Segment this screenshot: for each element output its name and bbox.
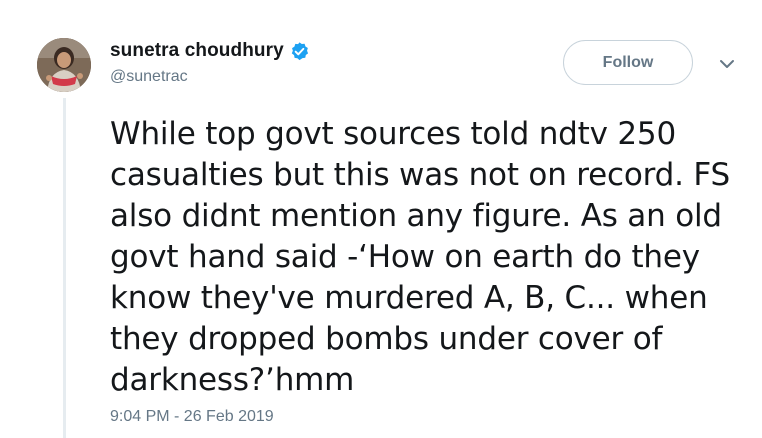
chevron-down-icon[interactable] [716, 56, 738, 72]
user-info: sunetra choudhury @sunetrac [110, 38, 310, 86]
tweet-timestamp[interactable]: 9:04 PM - 26 Feb 2019 [110, 408, 274, 426]
name-row: sunetra choudhury [110, 38, 310, 64]
thread-line [63, 98, 66, 438]
verified-badge-icon [289, 41, 310, 62]
display-name[interactable]: sunetra choudhury [110, 40, 284, 62]
follow-button[interactable]: Follow [563, 40, 693, 85]
tweet-card: sunetra choudhury @sunetrac Follow While… [0, 0, 762, 438]
avatar[interactable] [37, 38, 91, 92]
tweet-text: While top govt sources told ndtv 250 cas… [110, 116, 730, 398]
profile-photo [37, 38, 91, 92]
user-handle[interactable]: @sunetrac [110, 68, 310, 86]
